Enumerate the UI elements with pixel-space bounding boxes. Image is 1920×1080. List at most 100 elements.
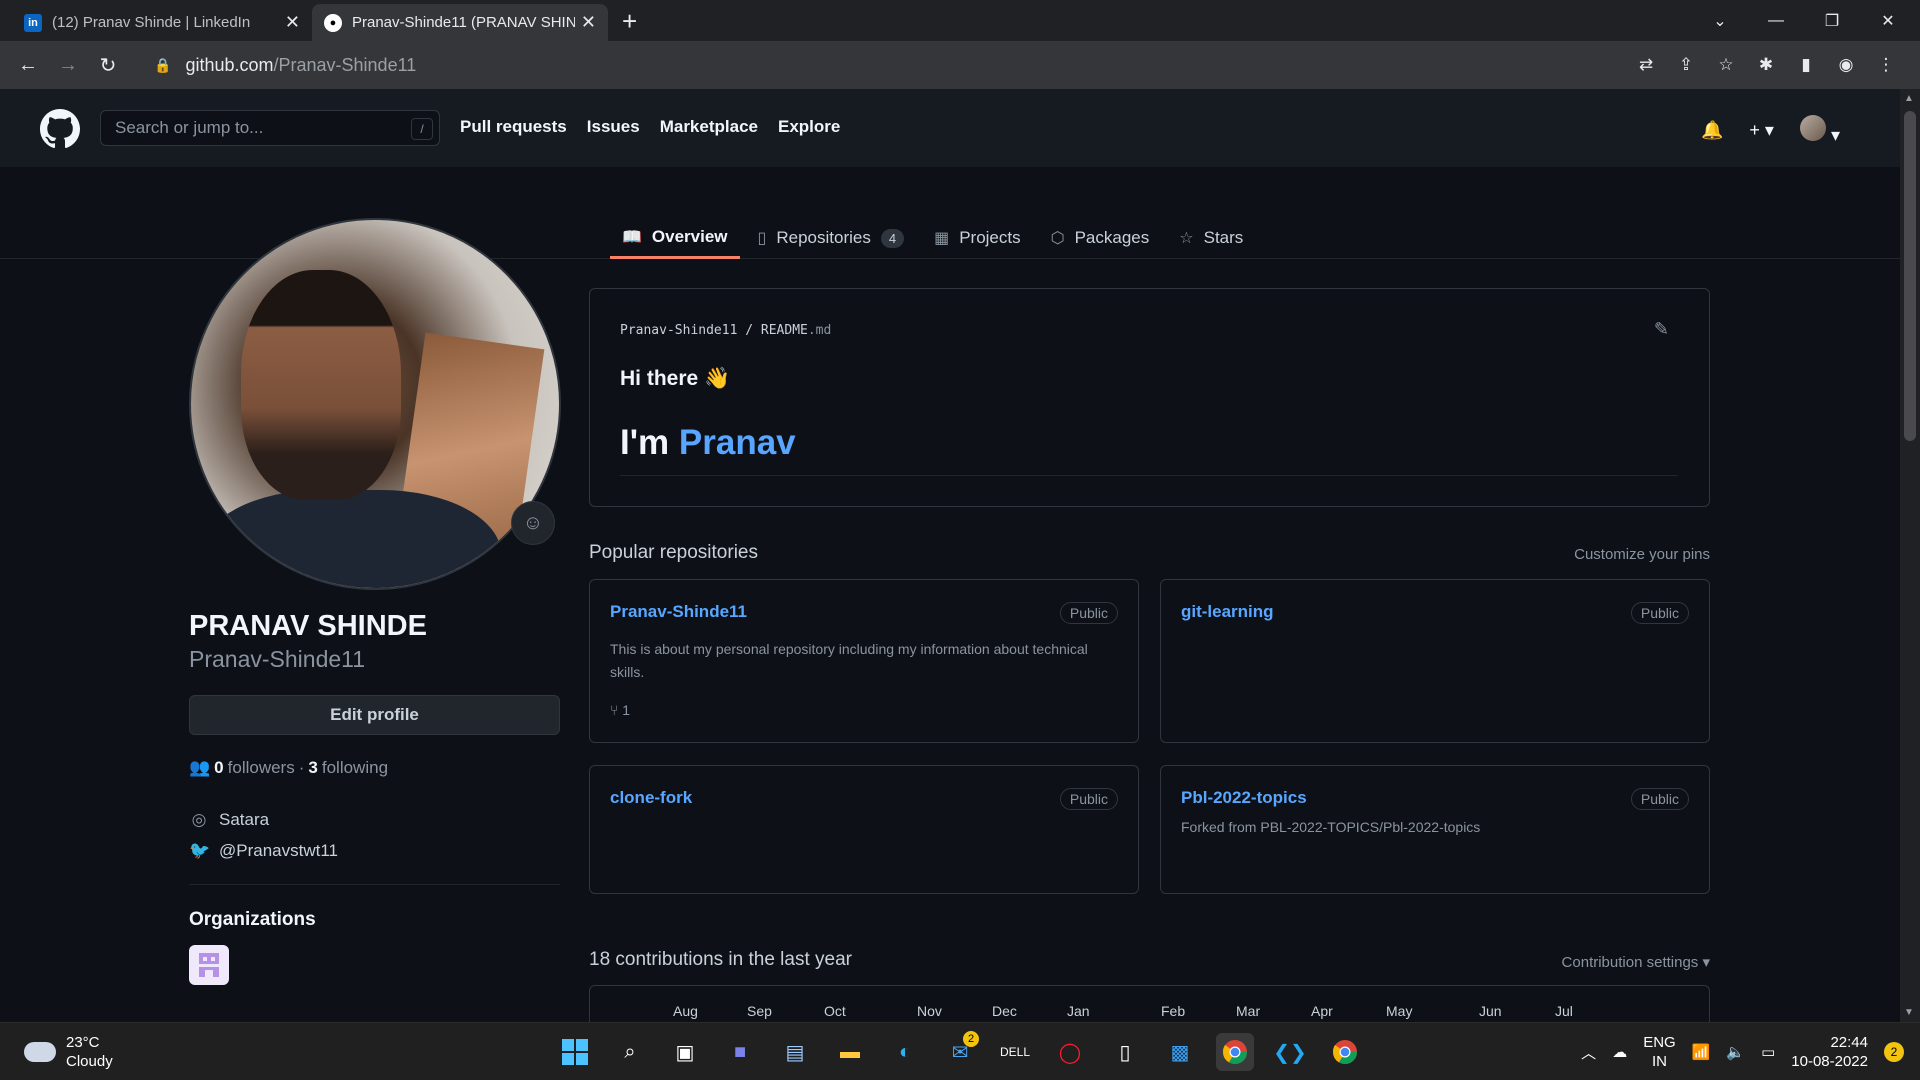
organizations-title: Organizations — [189, 909, 316, 930]
repo-name-link[interactable]: git-learning — [1181, 602, 1274, 622]
location-pin-icon: ◎ — [191, 810, 207, 829]
search-input[interactable]: Search or jump to... / — [100, 110, 440, 146]
close-tab-icon[interactable]: ✕ — [285, 12, 300, 33]
edit-profile-button[interactable]: Edit profile — [189, 695, 560, 735]
battery-icon[interactable]: ▭ — [1761, 1043, 1775, 1061]
reload-icon[interactable]: ↻ — [88, 53, 128, 78]
following-label[interactable]: following — [322, 758, 388, 778]
settings-label: Contribution settings — [1561, 954, 1699, 971]
language-indicator[interactable]: ENG IN — [1643, 1033, 1676, 1071]
dell-icon[interactable]: DELL — [996, 1033, 1034, 1071]
store-icon[interactable]: ▩ — [1161, 1033, 1199, 1071]
lock-icon[interactable]: 🔒 — [154, 57, 171, 74]
repo-name-link[interactable]: Pranav-Shinde11 — [610, 602, 747, 622]
translate-icon[interactable]: ⇄ — [1626, 55, 1666, 75]
back-icon[interactable]: ← — [8, 54, 48, 77]
nav-marketplace[interactable]: Marketplace — [660, 117, 758, 137]
edit-pencil-icon[interactable]: ✎ — [1654, 319, 1669, 340]
page-scrollbar[interactable]: ▲ ▼ — [1900, 89, 1920, 1022]
tab-linkedin[interactable]: in (12) Pranav Shinde | LinkedIn ✕ — [12, 4, 312, 41]
nav-pull-requests[interactable]: Pull requests — [460, 117, 567, 137]
tab-label: Packages — [1074, 228, 1150, 247]
tab-projects[interactable]: ▦ Projects — [922, 217, 1033, 259]
mail-icon[interactable]: ✉ 2 — [941, 1031, 979, 1071]
extensions-icon[interactable]: ✱ — [1746, 55, 1786, 75]
minimize-button[interactable]: — — [1748, 0, 1804, 41]
tab-overview[interactable]: 📖 Overview — [610, 217, 740, 259]
edge-icon[interactable]: ◐ — [886, 1033, 924, 1071]
following-count[interactable]: 3 — [308, 758, 317, 778]
side-panel-icon[interactable]: ▮ — [1786, 55, 1826, 75]
tab-github[interactable]: ● Pranav-Shinde11 (PRANAV SHINDE) ✕ — [312, 4, 608, 41]
forks-number: 1 — [622, 702, 631, 718]
restore-button[interactable]: ❐ — [1804, 0, 1860, 41]
chrome-icon[interactable] — [1216, 1033, 1254, 1071]
teams-chat-icon[interactable]: ■ — [721, 1033, 759, 1071]
followers-count[interactable]: 0 — [214, 758, 223, 778]
set-status-smiley-icon[interactable]: ☺ — [511, 501, 555, 545]
notification-count-badge[interactable]: 2 — [1884, 1042, 1904, 1062]
close-tab-icon[interactable]: ✕ — [581, 12, 596, 33]
browser-toolbar: ← → ↻ 🔒 github.com/Pranav-Shinde11 ⇄ ⇪ ☆… — [0, 41, 1920, 89]
organization-avatar[interactable] — [189, 945, 229, 985]
vscode-icon[interactable]: ❮❯ — [1271, 1033, 1309, 1071]
repo-name-link[interactable]: Pbl-2022-topics — [1181, 788, 1307, 808]
profile-icon[interactable]: ◉ — [1826, 55, 1866, 75]
task-view-icon[interactable]: ▣ — [666, 1033, 704, 1071]
readme-owner[interactable]: Pranav-Shinde11 — [620, 323, 737, 338]
nav-issues[interactable]: Issues — [587, 117, 640, 137]
twitter-icon: 🐦 — [189, 841, 211, 860]
scroll-down-icon[interactable]: ▼ — [1904, 1007, 1914, 1018]
month-label: Jan — [1067, 1003, 1090, 1019]
customize-pins-link[interactable]: Customize your pins — [1574, 546, 1710, 563]
weather-widget[interactable]: 23°C Cloudy — [24, 1033, 113, 1071]
tab-packages[interactable]: ⬡ Packages — [1039, 217, 1162, 259]
search-shortcut-key: / — [411, 118, 433, 140]
chrome-profile-icon[interactable] — [1326, 1033, 1364, 1071]
notifications-bell-icon[interactable]: 🔔 — [1701, 120, 1723, 141]
tab-label: Overview — [651, 226, 728, 246]
contribution-settings-dropdown[interactable]: Contribution settings ▾ — [1562, 953, 1710, 971]
file-explorer-icon[interactable]: ▬ — [831, 1033, 869, 1071]
scrollbar-thumb[interactable] — [1904, 111, 1916, 441]
profile-avatar[interactable] — [189, 218, 561, 590]
greeting-text: Hi there — [620, 367, 699, 390]
fork-icon: ⑂ — [610, 702, 619, 718]
bookmark-star-icon[interactable]: ☆ — [1706, 55, 1746, 75]
month-label: May — [1386, 1003, 1413, 1019]
start-icon[interactable] — [556, 1033, 594, 1071]
scroll-up-icon[interactable]: ▲ — [1904, 93, 1914, 104]
tab-stars[interactable]: ☆ Stars — [1167, 217, 1255, 259]
month-label: Oct — [824, 1003, 846, 1019]
opera-icon[interactable]: ◯ — [1051, 1033, 1089, 1071]
nav-explore[interactable]: Explore — [778, 117, 840, 137]
chevron-up-icon[interactable]: ︿ — [1581, 1042, 1596, 1063]
tab-repositories[interactable]: ▯ Repositories 4 — [746, 217, 917, 259]
new-tab-button[interactable]: + — [622, 8, 637, 34]
repo-name-link[interactable]: clone-fork — [610, 788, 692, 808]
readme-file[interactable]: README — [761, 323, 808, 338]
month-label: Jun — [1479, 1003, 1502, 1019]
address-bar[interactable]: 🔒 github.com/Pranav-Shinde11 — [140, 46, 1620, 84]
forks-count[interactable]: ⑂ 1 — [610, 702, 630, 718]
menu-icon[interactable]: ⋮ — [1866, 55, 1906, 75]
search-icon[interactable]: ⌕ — [611, 1033, 649, 1071]
tab-search-icon[interactable]: ⌄ — [1692, 0, 1748, 41]
notepad-icon[interactable]: ▯ — [1106, 1033, 1144, 1071]
onedrive-cloud-icon[interactable]: ☁ — [1612, 1043, 1627, 1061]
forward-icon[interactable]: → — [48, 54, 88, 77]
package-icon: ⬡ — [1050, 230, 1065, 247]
volume-icon[interactable]: 🔈 — [1726, 1043, 1745, 1061]
github-logo-icon[interactable] — [40, 109, 80, 149]
twitter-handle[interactable]: @Pranavstwt11 — [219, 841, 338, 861]
close-window-button[interactable]: ✕ — [1860, 0, 1916, 41]
followers-label[interactable]: followers — [228, 758, 295, 778]
share-icon[interactable]: ⇪ — [1666, 55, 1706, 75]
create-new-dropdown[interactable]: + ▾ — [1749, 120, 1774, 141]
widgets-icon[interactable]: ▤ — [776, 1033, 814, 1071]
waving-hand-icon: 👋 — [704, 367, 731, 390]
clock[interactable]: 22:44 10-08-2022 — [1791, 1033, 1868, 1071]
wifi-icon[interactable]: 📶 — [1692, 1043, 1711, 1061]
user-menu-dropdown[interactable]: ▾ — [1799, 115, 1840, 146]
clock-date: 10-08-2022 — [1791, 1053, 1868, 1070]
